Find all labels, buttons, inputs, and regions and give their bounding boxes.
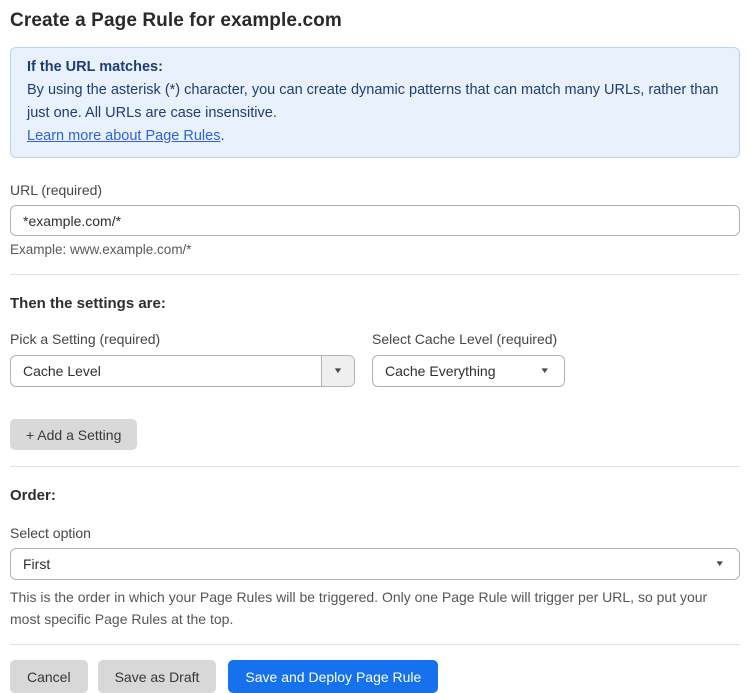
order-helper-text: This is the order in which your Page Rul… xyxy=(10,589,708,627)
order-select[interactable]: First ▼ xyxy=(10,548,740,580)
settings-section-heading: Then the settings are: xyxy=(10,295,166,312)
info-box-body: By using the asterisk (*) character, you… xyxy=(27,82,719,121)
add-setting-button[interactable]: + Add a Setting xyxy=(10,419,138,450)
setting-picker-label: Pick a Setting (required) xyxy=(10,331,161,347)
cancel-button[interactable]: Cancel xyxy=(10,660,88,693)
form-actions: Cancel Save as Draft Save and Deploy Pag… xyxy=(10,660,740,693)
chevron-down-icon: ▼ xyxy=(539,366,551,375)
settings-row: Pick a Setting (required) Cache Level ▼ … xyxy=(10,331,740,387)
url-match-info-box: If the URL matches: By using the asteris… xyxy=(10,47,740,158)
cache-level-label: Select Cache Level (required) xyxy=(372,331,558,347)
order-select-label: Select option xyxy=(10,525,91,541)
info-box-link-line: Learn more about Page Rules. xyxy=(27,125,723,148)
url-input[interactable] xyxy=(10,205,740,236)
divider xyxy=(10,274,740,275)
chevron-down-icon: ▼ xyxy=(332,366,344,375)
save-as-draft-button[interactable]: Save as Draft xyxy=(97,660,217,693)
learn-more-link[interactable]: Learn more about Page Rules xyxy=(27,128,220,144)
save-and-deploy-button[interactable]: Save and Deploy Page Rule xyxy=(228,660,439,693)
order-section-heading: Order: xyxy=(10,487,56,504)
divider xyxy=(10,466,740,467)
page-title: Create a Page Rule for example.com xyxy=(10,10,342,31)
info-box-heading: If the URL matches: xyxy=(27,59,163,75)
setting-select[interactable]: Cache Level ▼ xyxy=(10,355,355,387)
cache-level-select[interactable]: Cache Everything ▼ xyxy=(372,355,565,387)
order-select-value: First xyxy=(23,556,51,572)
chevron-down-icon: ▼ xyxy=(714,559,726,568)
link-suffix: . xyxy=(220,128,225,144)
cache-level-select-value: Cache Everything xyxy=(385,363,496,379)
url-field-label: URL (required) xyxy=(10,182,103,198)
divider xyxy=(10,644,740,645)
setting-select-value: Cache Level xyxy=(23,363,101,379)
cache-level-picker-group: Select Cache Level (required) Cache Ever… xyxy=(372,331,565,387)
setting-picker-group: Pick a Setting (required) Cache Level ▼ xyxy=(10,331,355,387)
setting-select-arrow-button[interactable]: ▼ xyxy=(321,356,354,386)
url-field-helper: Example: www.example.com/* xyxy=(10,242,192,257)
